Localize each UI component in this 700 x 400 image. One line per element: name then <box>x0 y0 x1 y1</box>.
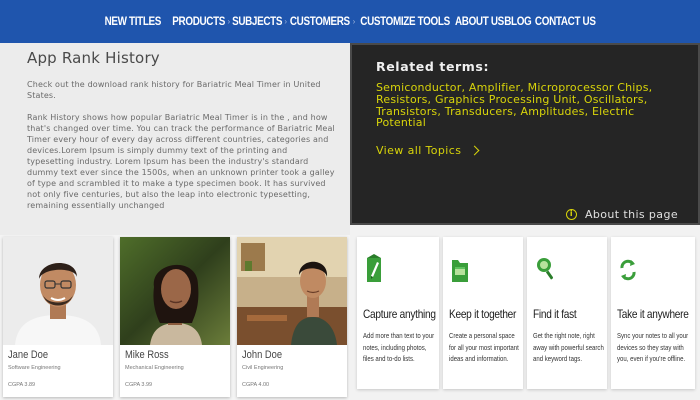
nav-about-us[interactable]: ABOUT US <box>455 16 504 28</box>
person-photo <box>120 237 230 345</box>
person-name: John Doe <box>242 349 283 361</box>
person-gpa: CGPA 3.99 <box>125 382 153 388</box>
feature-description: Create a personal space for all your mos… <box>449 331 519 363</box>
person-photo <box>3 237 113 345</box>
feature-title: Find it fast <box>533 307 577 321</box>
person-card[interactable]: Mike Ross Mechanical Engineering CGPA 3.… <box>120 237 230 397</box>
about-this-page-link[interactable]: i About this page <box>350 204 700 224</box>
feature-card-anywhere[interactable]: Take it anywhere Sync your notes to all … <box>611 237 695 389</box>
pen-icon <box>367 254 381 282</box>
nav-separator: › <box>284 17 287 26</box>
person-card[interactable]: John Doe Civil Engineering CGPA 4.00 <box>237 237 347 397</box>
app-rank-history-panel: App Rank History Check out the download … <box>0 43 350 235</box>
feature-card-keep[interactable]: Keep it together Create a personal space… <box>443 237 523 389</box>
nav-separator: › <box>227 17 231 26</box>
feature-title: Take it anywhere <box>617 307 689 321</box>
related-term-link[interactable]: Transducers <box>445 105 513 118</box>
chevron-right-icon <box>469 145 480 156</box>
related-term-link[interactable]: Amplitudes <box>520 105 584 118</box>
sync-icon <box>620 259 636 281</box>
feature-title: Keep it together <box>449 307 517 321</box>
nav-new-titles[interactable]: NEW TITLES <box>104 16 161 28</box>
person-name: Jane Doe <box>8 349 49 361</box>
about-this-page-label: About this page <box>584 207 678 221</box>
feature-description: Add more than text to your notes, includ… <box>363 331 435 363</box>
top-nav-bar: NEW TITLES PRODUCTS › SUBJECTS › CUSTOME… <box>0 0 700 43</box>
rank-title: App Rank History <box>27 49 160 67</box>
nav-blog[interactable]: BLOG <box>505 16 533 28</box>
person-department: Civil Engineering <box>242 365 284 371</box>
person-gpa: CGPA 4.00 <box>242 382 270 388</box>
feature-description: Sync your notes to all your devices so t… <box>617 331 689 363</box>
person-gpa: CGPA 3.89 <box>8 382 36 388</box>
rank-intro-text: Check out the download rank history for … <box>27 80 321 100</box>
nav-contact-us[interactable]: CONTACT US <box>535 16 596 28</box>
nav-customers[interactable]: CUSTOMERS <box>290 16 350 28</box>
view-all-topics-label: View all Topics <box>376 144 462 158</box>
person-name: Mike Ross <box>125 349 169 361</box>
folder-icon <box>452 260 468 282</box>
person-department: Mechanical Engineering <box>125 365 184 371</box>
nav-products[interactable]: PRODUCTS <box>172 16 225 28</box>
info-icon: i <box>565 208 577 220</box>
related-terms-list: Semiconductor, Amplifier, Microprocessor… <box>376 81 653 130</box>
view-all-topics-link[interactable]: View all Topics <box>376 144 480 158</box>
person-department: Software Engineering <box>8 365 61 371</box>
person-card[interactable]: Jane Doe Software Engineering CGPA 3.89 <box>3 237 113 397</box>
nav-customize-tools[interactable]: CUSTOMIZE TOOLS <box>361 16 451 28</box>
feature-card-find[interactable]: Find it fast Get the right note, right a… <box>527 237 607 389</box>
person-photo <box>237 237 347 345</box>
search-icon <box>537 258 553 280</box>
feature-card-capture[interactable]: Capture anything Add more than text to y… <box>357 237 439 389</box>
rank-description-text: Rank History shows how popular Bariatric… <box>27 113 335 210</box>
nav-separator: › <box>352 17 356 26</box>
feature-title: Capture anything <box>363 307 436 321</box>
feature-description: Get the right note, right away with powe… <box>533 331 604 363</box>
related-terms-title: Related terms: <box>376 59 490 74</box>
related-terms-panel: Related terms: Semiconductor, Amplifier,… <box>350 43 700 225</box>
nav-subjects[interactable]: SUBJECTS <box>232 16 282 28</box>
